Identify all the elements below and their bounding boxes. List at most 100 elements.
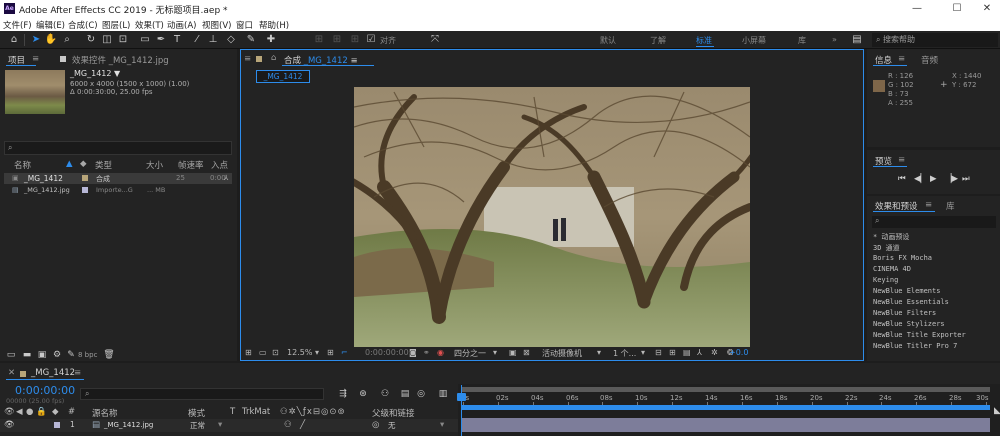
bpc-toggle-icon[interactable]: ✎ [64, 348, 78, 362]
pan-behind-tool-icon[interactable]: ⊡ [116, 33, 130, 47]
effects-category-newblue-stylizers[interactable]: NewBlue Stylizers [873, 320, 945, 328]
layer-parent[interactable]: 无 [388, 420, 396, 431]
rectangle-tool-icon[interactable]: ▭ [138, 33, 152, 47]
tab-effect-controls[interactable]: 效果控件 _MG_1412.jpg [72, 54, 169, 66]
draft-3d-icon[interactable]: ⊛ [356, 387, 370, 401]
axis-local-icon[interactable]: ⊞ [312, 33, 326, 47]
composition-mini-flowchart-icon[interactable]: ⇶ [336, 387, 350, 401]
workspace-search-toggle-icon[interactable]: ▤ [850, 33, 864, 47]
panel-menu-icon[interactable]: ≡ [32, 54, 39, 64]
last-frame-button[interactable]: ⏭ [962, 174, 970, 184]
chevron-down-icon[interactable]: ▾ [315, 348, 319, 357]
label-tag-icon[interactable]: ◆ [52, 407, 59, 417]
camera-tool-icon[interactable]: ◫ [100, 33, 114, 47]
layer-duration-bar[interactable] [462, 418, 990, 432]
tab-timeline-comp[interactable]: _MG_1412 [31, 368, 75, 378]
dropdown-arrow-icon[interactable]: ▼ [114, 69, 120, 78]
composition-breadcrumb[interactable]: _MG_1412 [256, 70, 310, 83]
column-size[interactable]: 大小 [146, 159, 163, 171]
column-mode[interactable]: 模式 [188, 407, 205, 419]
toggle-pixel-aspect-icon[interactable]: ⊟ [655, 348, 662, 357]
graph-editor-icon[interactable]: ▥ [436, 387, 450, 401]
effects-category-newblue-essentials[interactable]: NewBlue Essentials [873, 298, 949, 306]
project-settings-icon[interactable]: ⚙ [50, 348, 64, 362]
eraser-tool-icon[interactable]: ◇ [224, 33, 238, 47]
panel-menu-icon[interactable]: ≡ [898, 54, 905, 64]
resolution-dropdown[interactable]: 四分之一 [454, 348, 486, 359]
interpret-footage-icon[interactable]: ▭ [4, 348, 18, 362]
view-layout-dropdown[interactable]: 1 个... [613, 348, 636, 359]
channel-rgb-icon[interactable]: ◉ [437, 348, 444, 357]
chevron-down-icon[interactable]: ▾ [493, 348, 497, 357]
effects-category-newblue-filters[interactable]: NewBlue Filters [873, 309, 936, 317]
new-folder-icon[interactable]: ▬ [20, 348, 34, 362]
previous-frame-button[interactable]: ◀▏ [914, 174, 927, 184]
workspace-overflow-icon[interactable]: » [832, 35, 837, 44]
workspace-small-screen[interactable]: 小屏幕 [742, 35, 766, 46]
menu-edit[interactable]: 编辑(E) [36, 19, 65, 31]
pick-whip-icon[interactable]: ◎ [372, 420, 379, 430]
home-icon[interactable]: ⌂ [7, 33, 21, 47]
column-preserve-transparency[interactable]: T [230, 407, 235, 417]
clone-stamp-tool-icon[interactable]: ⊥ [206, 33, 220, 47]
magnification-icon[interactable]: ⊡ [272, 348, 279, 357]
flowchart-icon[interactable]: ⅄ [224, 174, 228, 182]
play-button[interactable]: ▶ [930, 174, 937, 184]
workspace-learn[interactable]: 了解 [650, 35, 666, 46]
close-tab-icon[interactable]: ✕ [8, 368, 15, 378]
workspace-library[interactable]: 库 [798, 35, 806, 46]
layer-visibility-icon[interactable]: 👁 [4, 420, 15, 430]
column-name[interactable]: 名称 [14, 159, 31, 171]
search-help-input[interactable]: ⌕ 搜索帮助 [872, 33, 998, 47]
effects-category-cinema-4d[interactable]: CINEMA 4D [873, 265, 911, 273]
fast-preview-icon[interactable]: ⊞ [669, 348, 676, 357]
solo-icon[interactable]: ● [26, 407, 33, 417]
rotate-tool-icon[interactable]: ↻ [84, 33, 98, 47]
axis-view-icon[interactable]: ⊞ [348, 33, 362, 47]
selection-tool-icon[interactable]: ➤ [29, 33, 43, 47]
project-row-footage[interactable]: ▤ _MG_1412.jpg Importe...G ... MB [4, 185, 232, 196]
menu-file[interactable]: 文件(F) [3, 19, 32, 31]
current-time-display[interactable]: 0:00:00:00 [365, 348, 409, 357]
monitor-icon[interactable]: ▭ [259, 348, 267, 357]
menu-help[interactable]: 帮助(H) [259, 19, 289, 31]
effects-category-boris-fx-mocha[interactable]: Boris FX Mocha [873, 254, 932, 262]
timeline-toggle-icon[interactable]: ▤ [683, 348, 691, 357]
axis-world-icon[interactable]: ⊞ [330, 33, 344, 47]
composition-canvas[interactable] [354, 87, 750, 347]
comp-button-icon[interactable]: ◣ [994, 406, 1000, 416]
snapshot-camera-icon[interactable]: ◙ [409, 348, 417, 357]
chevron-down-icon[interactable]: ▾ [218, 420, 222, 430]
always-preview-icon[interactable]: ⊞ [245, 348, 252, 357]
color-management-icon[interactable]: ✲ [711, 348, 718, 357]
type-tool-icon[interactable]: T [170, 33, 184, 47]
flowchart-icon[interactable]: ⅄ [697, 348, 702, 357]
puppet-pin-tool-icon[interactable]: ✚ [264, 33, 278, 47]
effects-category-keying[interactable]: Keying [873, 276, 898, 284]
label-color-swatch[interactable] [82, 175, 88, 181]
chevron-down-icon[interactable]: ▾ [597, 348, 601, 357]
lock-icon[interactable]: ⌂ [271, 53, 276, 63]
snapping-icon[interactable]: ⤧ [428, 33, 442, 47]
zoom-level-dropdown[interactable]: 12.5% [287, 348, 312, 357]
frame-blending-icon[interactable]: ▤ [398, 387, 412, 401]
menu-window[interactable]: 窗口 [236, 19, 253, 31]
sort-arrow-icon[interactable]: ▲ [66, 159, 73, 169]
region-of-interest-icon[interactable]: ▣ [509, 348, 517, 357]
panel-menu-icon[interactable]: ≡ [74, 368, 81, 378]
menu-composition[interactable]: 合成(C) [68, 19, 98, 31]
label-color-swatch[interactable] [82, 187, 88, 193]
layer-quality-switch-icon[interactable]: ╱ [300, 420, 305, 430]
workspace-default[interactable]: 默认 [600, 35, 616, 46]
pen-tool-icon[interactable]: ✒ [154, 33, 168, 47]
timeline-search-input[interactable]: ⌕ [80, 388, 324, 400]
column-in-point[interactable]: 入点 [211, 159, 228, 171]
trash-icon[interactable]: 🗑 [102, 348, 116, 362]
layer-label-swatch[interactable] [54, 422, 60, 428]
brush-tool-icon[interactable]: ⁄ [190, 33, 204, 47]
menu-layer[interactable]: 图层(L) [102, 19, 130, 31]
new-composition-icon[interactable]: ▣ [35, 348, 49, 362]
menu-view[interactable]: 视图(V) [202, 19, 231, 31]
motion-blur-icon[interactable]: ◎ [414, 387, 428, 401]
effects-category-animation-presets[interactable]: * 动画预设 [873, 232, 909, 242]
